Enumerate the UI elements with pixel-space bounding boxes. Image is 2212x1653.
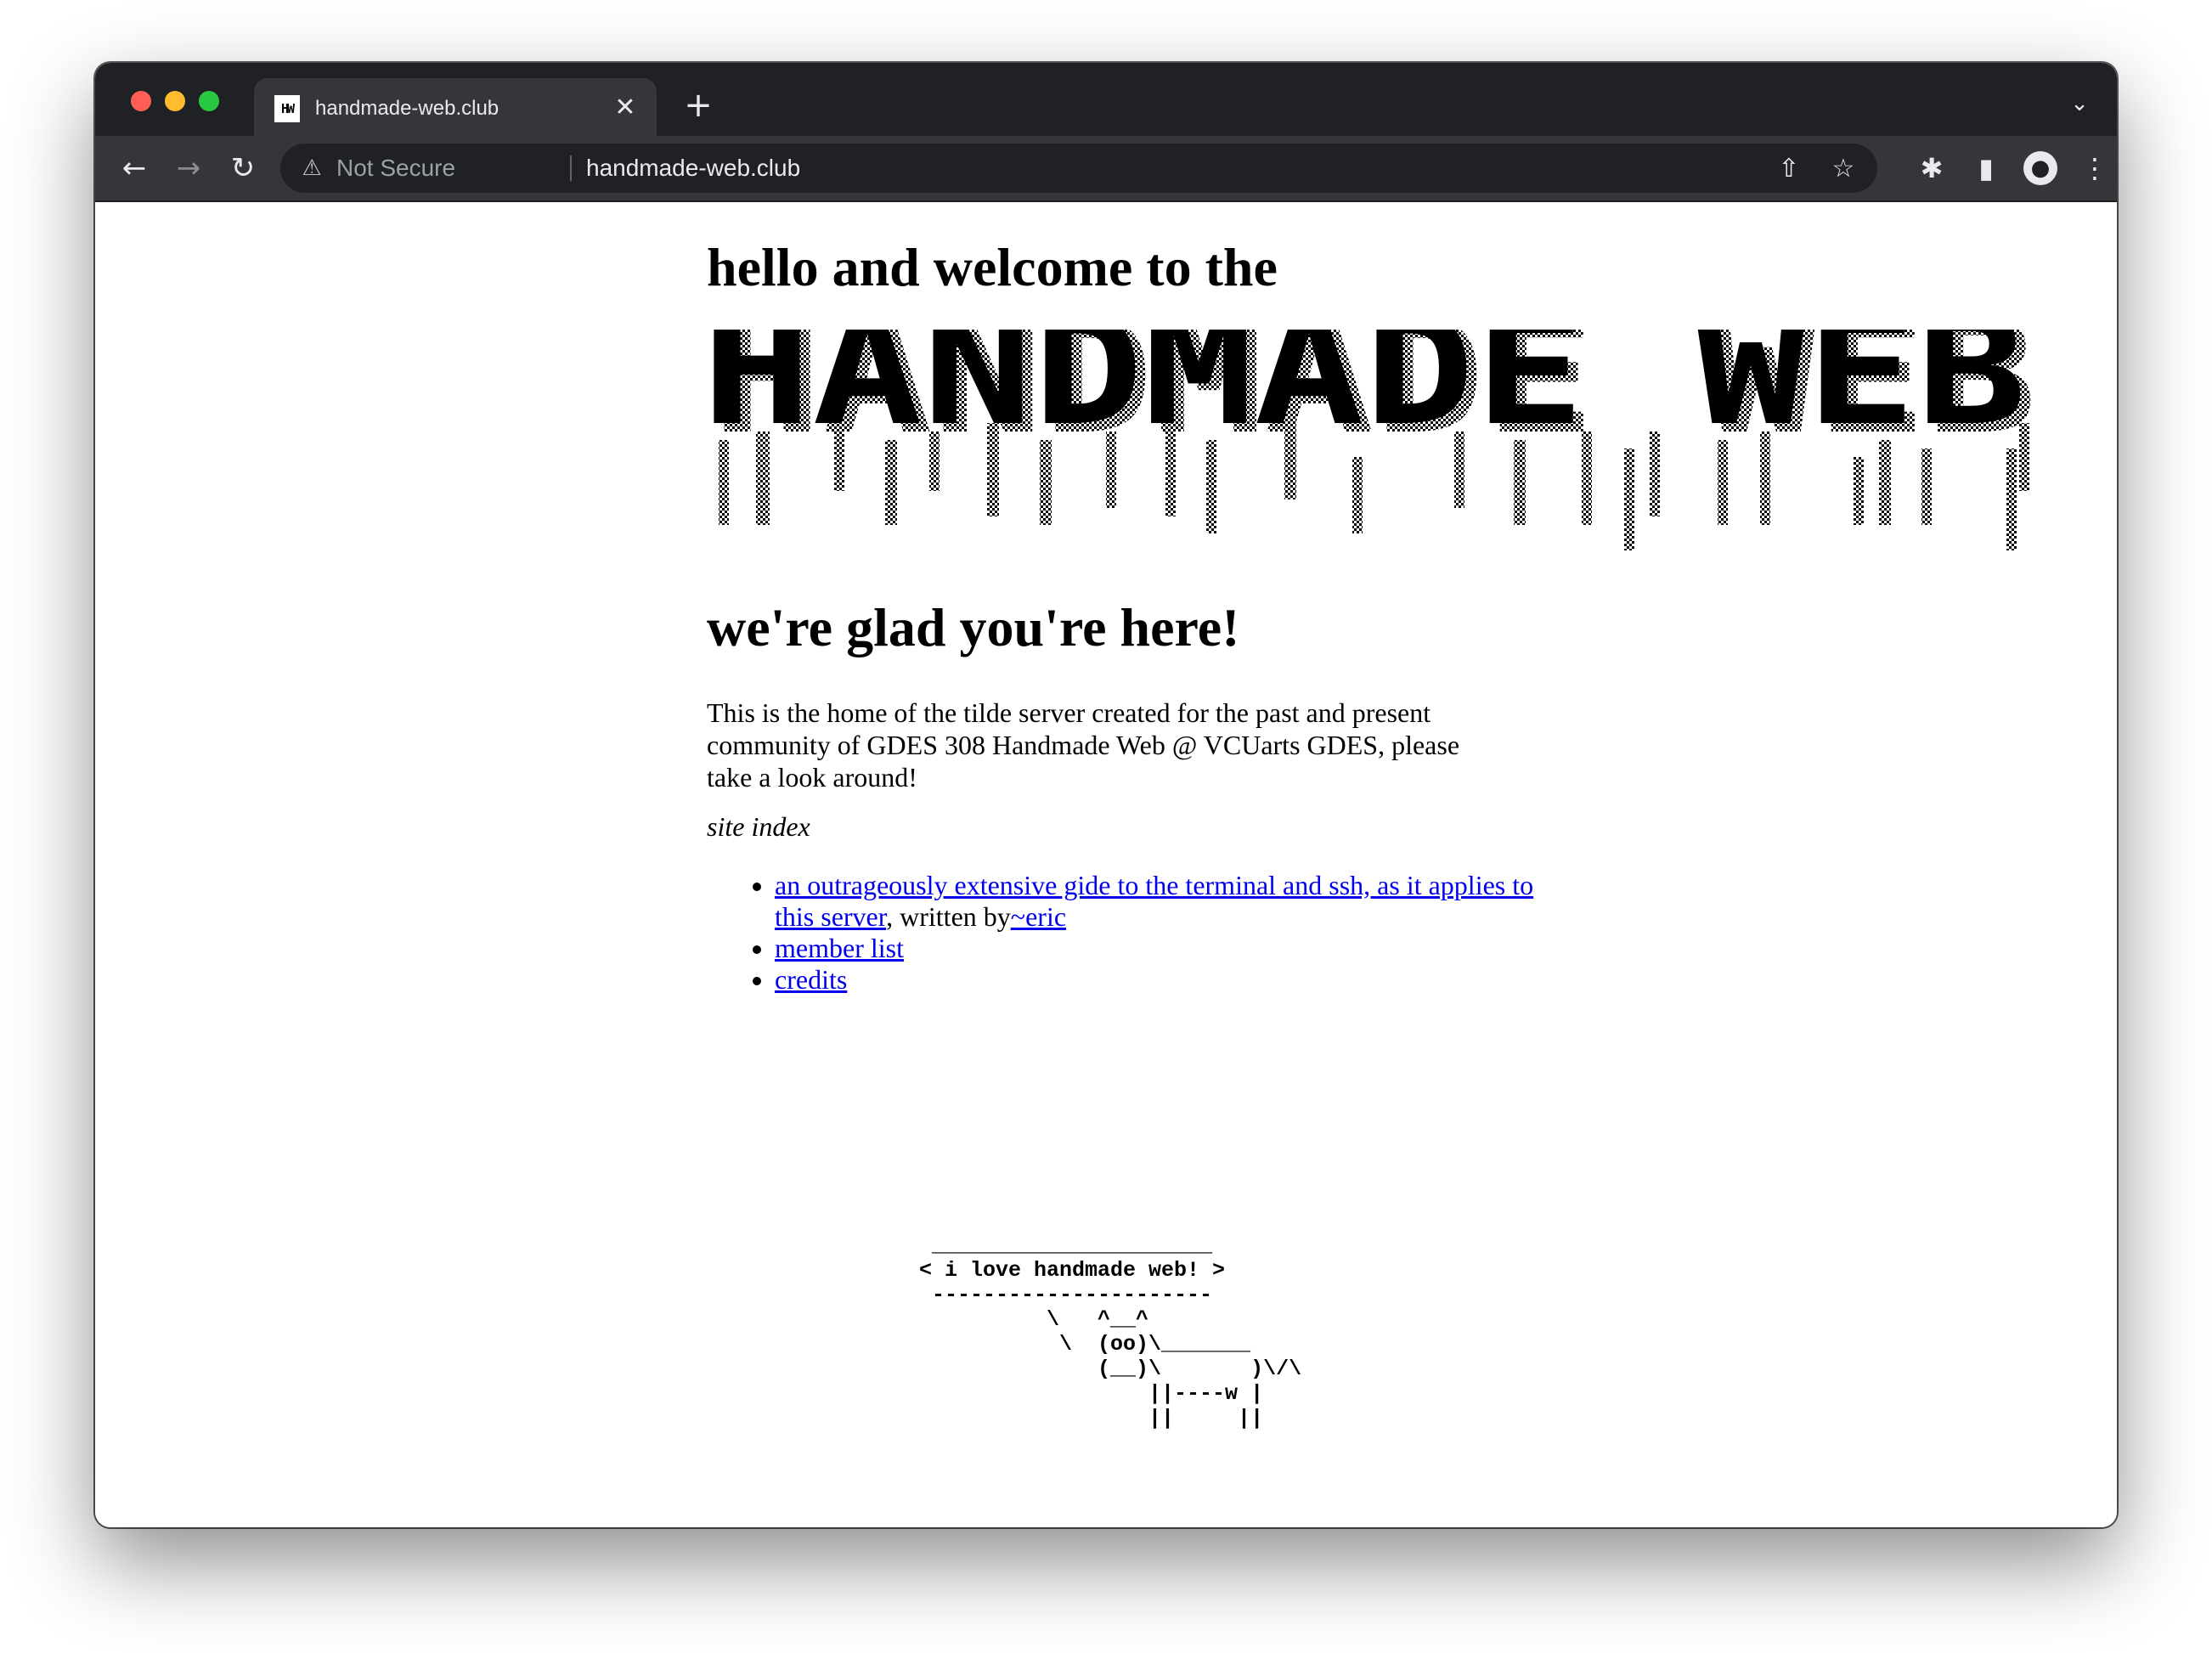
close-tab-icon[interactable]: ✕ bbox=[611, 93, 640, 122]
close-window-button[interactable] bbox=[131, 91, 151, 111]
url-text[interactable]: handmade-web.club bbox=[586, 152, 800, 184]
back-icon[interactable]: ← bbox=[117, 151, 151, 185]
handmade-web-banner: HANDMADE WEB HANDMADE WEB bbox=[707, 330, 2037, 550]
zoom-window-button[interactable] bbox=[199, 91, 219, 111]
bookmark-star-icon[interactable]: ☆ bbox=[1828, 154, 1859, 184]
site-index-list: an outrageously extensive gide to the te… bbox=[707, 870, 1556, 996]
reload-icon[interactable]: ↻ bbox=[226, 151, 260, 185]
tab-handmade-web[interactable]: HW handmade-web.club ✕ bbox=[254, 78, 657, 136]
site-index-label: site index bbox=[707, 811, 810, 842]
written-by-text: , written by bbox=[886, 901, 1011, 932]
address-bar[interactable]: ⚠ Not Secure handmade-web.club ⇧ ☆ bbox=[280, 144, 1877, 193]
tab-title: handmade-web.club bbox=[315, 97, 499, 120]
credits-link[interactable]: credits bbox=[775, 964, 847, 995]
cowsay-art: ______________________ < i love handmade… bbox=[919, 1233, 1302, 1430]
banner-text: HANDMADE WEB bbox=[707, 330, 2027, 459]
warning-icon[interactable]: ⚠ bbox=[297, 154, 326, 183]
extensions-icon[interactable]: ✱ bbox=[1915, 151, 1949, 185]
tab-bar: HW handmade-web.club ✕ + ⌄ bbox=[95, 63, 2117, 136]
author-link[interactable]: ~eric bbox=[1011, 901, 1066, 932]
list-item: credits bbox=[775, 964, 1556, 996]
profile-icon[interactable]: ● bbox=[2023, 151, 2057, 185]
browser-toolbar: ← → ↻ ⚠ Not Secure handmade-web.club ⇧ ☆… bbox=[95, 136, 2117, 202]
favicon-icon: HW bbox=[274, 95, 300, 122]
glad-heading: we're glad you're here! bbox=[707, 597, 1240, 657]
welcome-heading: hello and welcome to the bbox=[707, 237, 1278, 297]
forward-icon[interactable]: → bbox=[172, 151, 206, 185]
tab-search-icon[interactable]: ⌄ bbox=[2066, 90, 2093, 117]
security-label[interactable]: Not Secure bbox=[336, 152, 455, 184]
list-item: an outrageously extensive gide to the te… bbox=[775, 870, 1556, 933]
intro-paragraph: This is the home of the tilde server cre… bbox=[707, 697, 1460, 793]
more-menu-icon[interactable]: ⋮ bbox=[2078, 151, 2112, 185]
address-divider bbox=[570, 155, 572, 181]
side-panel-icon[interactable]: ▮ bbox=[1969, 151, 2003, 185]
new-tab-button[interactable]: + bbox=[681, 88, 715, 122]
minimize-window-button[interactable] bbox=[165, 91, 185, 111]
browser-window: HW handmade-web.club ✕ + ⌄ ← → ↻ ⚠ Not S… bbox=[95, 63, 2117, 1527]
web-page: hello and welcome to the HANDMADE WEB HA… bbox=[95, 202, 2117, 1527]
share-icon[interactable]: ⇧ bbox=[1774, 154, 1804, 184]
member-list-link[interactable]: member list bbox=[775, 933, 904, 963]
list-item: member list bbox=[775, 933, 1556, 964]
